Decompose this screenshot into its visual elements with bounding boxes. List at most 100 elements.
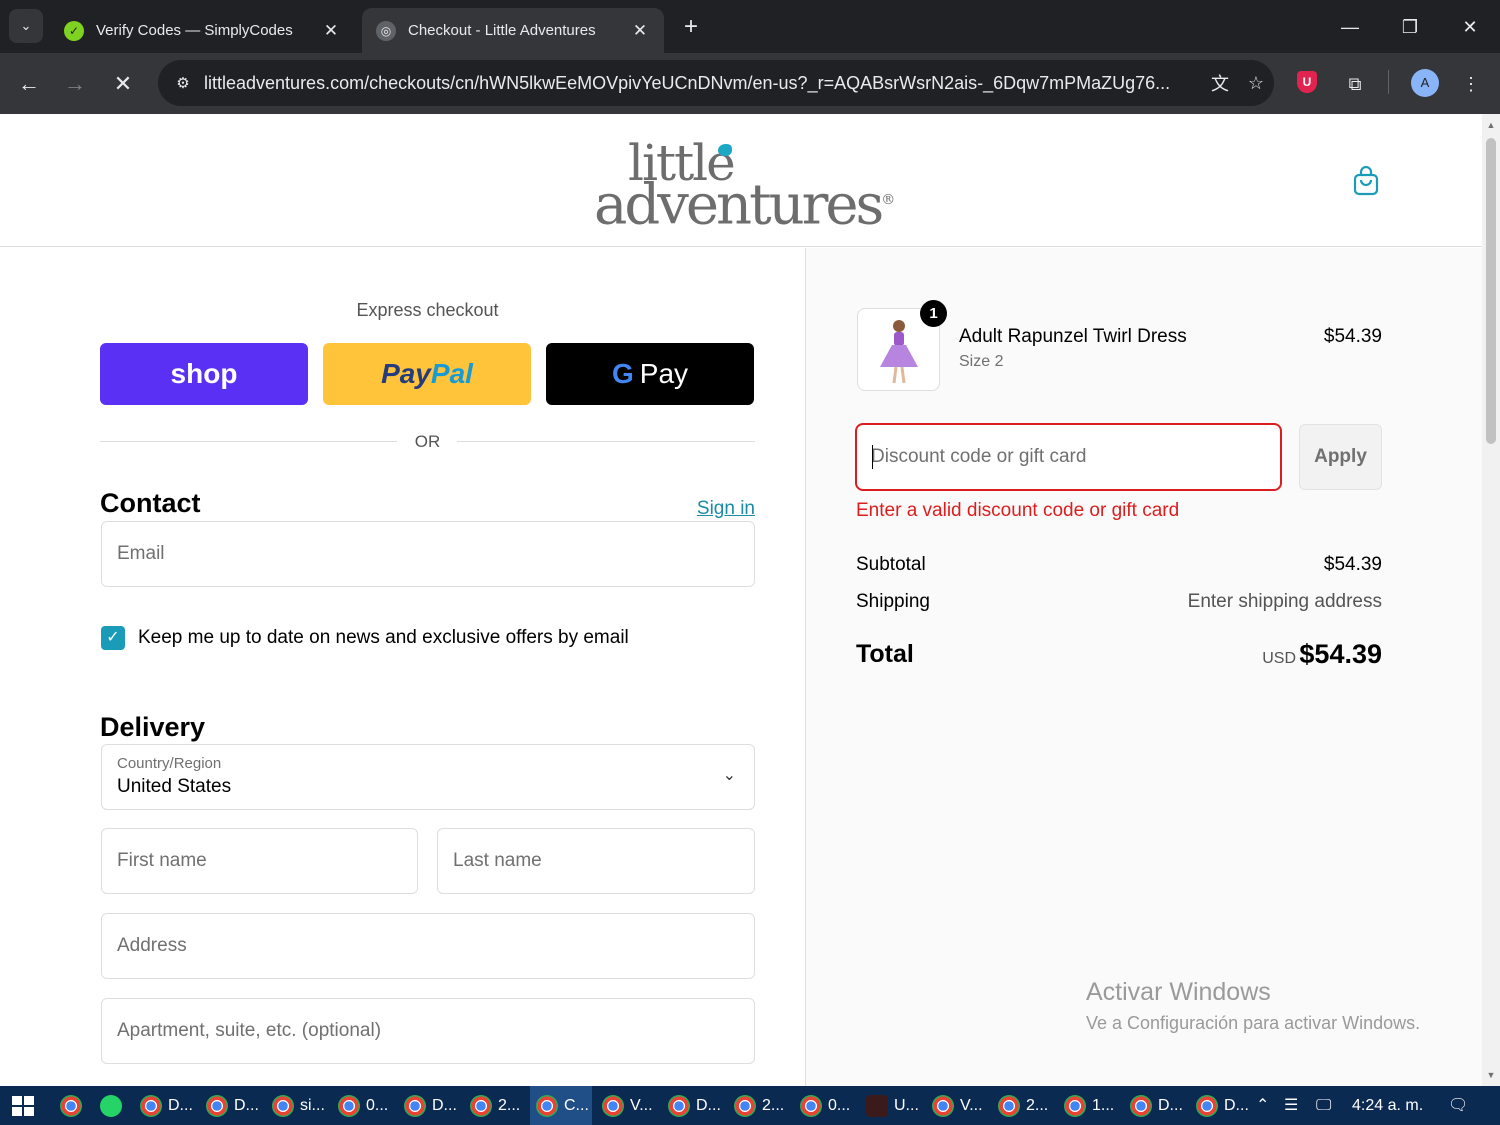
taskbar-window[interactable]: D...	[398, 1086, 460, 1125]
subtotal-label: Subtotal	[856, 554, 926, 575]
page-scrollbar[interactable]: ▲ ▼	[1482, 114, 1500, 1086]
close-tab-icon[interactable]: ✕	[630, 21, 650, 41]
google-g-icon: G	[611, 358, 634, 389]
divider-line	[457, 441, 755, 442]
scrollbar-thumb[interactable]	[1486, 138, 1496, 444]
taskbar-whatsapp[interactable]	[94, 1086, 128, 1125]
taskbar-window-label: 0...	[828, 1096, 851, 1114]
taskbar-window[interactable]: U...	[860, 1086, 922, 1125]
show-hidden-icons-chevron-up-icon[interactable]: ⌃	[1256, 1086, 1269, 1125]
network-icon[interactable]: 🖵	[1316, 1086, 1331, 1125]
forward-arrow-icon[interactable]: →	[58, 67, 92, 101]
tab-title: Verify Codes — SimplyCodes	[96, 22, 293, 39]
translate-icon[interactable]: 文	[1202, 70, 1238, 96]
newsletter-option[interactable]: ✓ Keep me up to date on news and exclusi…	[101, 625, 629, 651]
country-label: Country/Region	[117, 755, 222, 772]
back-arrow-icon[interactable]: ←	[12, 67, 46, 101]
browser-tab-bar: ⌄ ✓ Verify Codes — SimplyCodes ✕ ◎ Check…	[0, 0, 1500, 53]
url-text[interactable]: littleadventures.com/checkouts/cn/hWN5lk…	[204, 73, 1202, 94]
scroll-up-icon[interactable]: ▲	[1486, 120, 1496, 130]
taskbar-window-label: 2...	[1026, 1096, 1049, 1114]
shop-pay-label: shop	[170, 358, 238, 389]
taskbar-window[interactable]: D...	[134, 1086, 196, 1125]
bookmark-star-icon[interactable]: ☆	[1238, 73, 1274, 94]
taskbar-window-active[interactable]: C...	[530, 1086, 592, 1125]
shipping-label: Shipping	[856, 591, 930, 612]
taskbar-window[interactable]: 2...	[992, 1086, 1054, 1125]
chrome-icon	[602, 1094, 624, 1117]
quantity-badge: 1	[920, 300, 947, 327]
ublock-shield-icon[interactable]: U	[1297, 71, 1317, 93]
chevron-down-icon: ⌄	[722, 767, 736, 784]
taskbar-window[interactable]: 2...	[728, 1086, 790, 1125]
chrome-icon	[272, 1094, 294, 1117]
browser-toolbar: ← → ✕ ⚙ littleadventures.com/checkouts/c…	[0, 53, 1500, 114]
profile-avatar[interactable]: A	[1411, 69, 1439, 97]
first-name-placeholder: First name	[117, 850, 207, 871]
tab-verify-codes[interactable]: ✓ Verify Codes — SimplyCodes ✕	[50, 8, 355, 53]
taskbar-window[interactable]: D...	[1124, 1086, 1186, 1125]
restore-icon[interactable]: ❐	[1390, 10, 1430, 44]
taskbar-window[interactable]: V...	[926, 1086, 988, 1125]
chrome-icon	[338, 1094, 360, 1117]
taskbar-window[interactable]: D...	[200, 1086, 262, 1125]
paypal-button[interactable]: Pay Pal	[323, 343, 531, 405]
taskbar-window[interactable]: D...	[662, 1086, 724, 1125]
country-select[interactable]: Country/Region United States ⌄	[101, 744, 755, 810]
tab-title: Checkout - Little Adventures	[408, 22, 596, 39]
taskbar-window[interactable]: V...	[596, 1086, 658, 1125]
store-header: little adventures®	[0, 114, 1482, 247]
taskbar-window-label: V...	[630, 1096, 653, 1114]
taskbar-window[interactable]: 1...	[1058, 1086, 1120, 1125]
apply-discount-button[interactable]: Apply	[1299, 424, 1382, 490]
taskbar-window[interactable]: 2...	[464, 1086, 526, 1125]
express-checkout-label: Express checkout	[356, 300, 499, 320]
more-menu-icon[interactable]: ⋮	[1454, 67, 1488, 101]
taskbar-window[interactable]: 0...	[794, 1086, 856, 1125]
taskbar-window[interactable]: D...	[1190, 1086, 1252, 1125]
stop-loading-icon[interactable]: ✕	[106, 67, 140, 101]
taskbar-window-label: D...	[234, 1096, 259, 1114]
apartment-field[interactable]: Apartment, suite, etc. (optional)	[101, 998, 755, 1064]
new-tab-button[interactable]: +	[676, 12, 706, 42]
google-pay-button[interactable]: G Pay	[546, 343, 754, 405]
notes-tray-icon[interactable]: ☰	[1284, 1086, 1298, 1125]
newsletter-checkbox[interactable]: ✓	[101, 626, 125, 650]
shopping-bag-icon[interactable]	[1352, 166, 1380, 196]
email-field[interactable]: Email	[101, 521, 755, 587]
close-tab-icon[interactable]: ✕	[321, 21, 341, 41]
chrome-icon	[206, 1094, 228, 1117]
first-name-field[interactable]: First name	[101, 828, 418, 894]
taskbar-chrome-pinned[interactable]	[54, 1086, 88, 1125]
last-name-field[interactable]: Last name	[437, 828, 755, 894]
little-adventures-logo[interactable]: little adventures®	[594, 136, 895, 235]
taskbar-window-label: 2...	[498, 1096, 521, 1114]
minimize-icon[interactable]: —	[1330, 10, 1370, 44]
taskbar-window[interactable]: 0...	[332, 1086, 394, 1125]
taskbar-window[interactable]: si...	[266, 1086, 328, 1125]
chrome-icon	[800, 1094, 822, 1117]
taskbar-window-label: 2...	[762, 1096, 785, 1114]
windows-taskbar: D... D... si... 0... D... 2... C... V...…	[0, 1086, 1500, 1125]
text-cursor	[872, 445, 873, 469]
address-bar[interactable]: ⚙ littleadventures.com/checkouts/cn/hWN5…	[158, 60, 1274, 106]
simplycodes-favicon-icon: ✓	[64, 20, 84, 41]
discount-code-input[interactable]: Discount code or gift card	[855, 423, 1282, 491]
tab-checkout[interactable]: ◎ Checkout - Little Adventures ✕	[362, 8, 664, 53]
chrome-icon	[140, 1094, 162, 1117]
taskbar-window-label: V...	[960, 1096, 983, 1114]
site-settings-icon[interactable]: ⚙	[162, 74, 204, 92]
taskbar-window-label: C...	[564, 1096, 589, 1114]
shop-pay-button[interactable]: shop	[100, 343, 308, 405]
clock[interactable]: 4:24 a. m.	[1352, 1086, 1423, 1125]
address-field[interactable]: Address	[101, 913, 755, 979]
sign-in-link[interactable]: Sign in	[680, 498, 755, 520]
shipping-value: Enter shipping address	[1187, 591, 1382, 612]
scroll-down-icon[interactable]: ▼	[1486, 1070, 1496, 1080]
extensions-puzzle-icon[interactable]: ⧉	[1338, 67, 1372, 101]
close-window-icon[interactable]: ✕	[1450, 10, 1490, 44]
notification-center-icon[interactable]: 🗨	[1448, 1086, 1468, 1125]
taskbar-window-label: D...	[1158, 1096, 1183, 1114]
tab-search-button[interactable]: ⌄	[9, 9, 43, 43]
windows-start-icon[interactable]	[12, 1096, 34, 1116]
